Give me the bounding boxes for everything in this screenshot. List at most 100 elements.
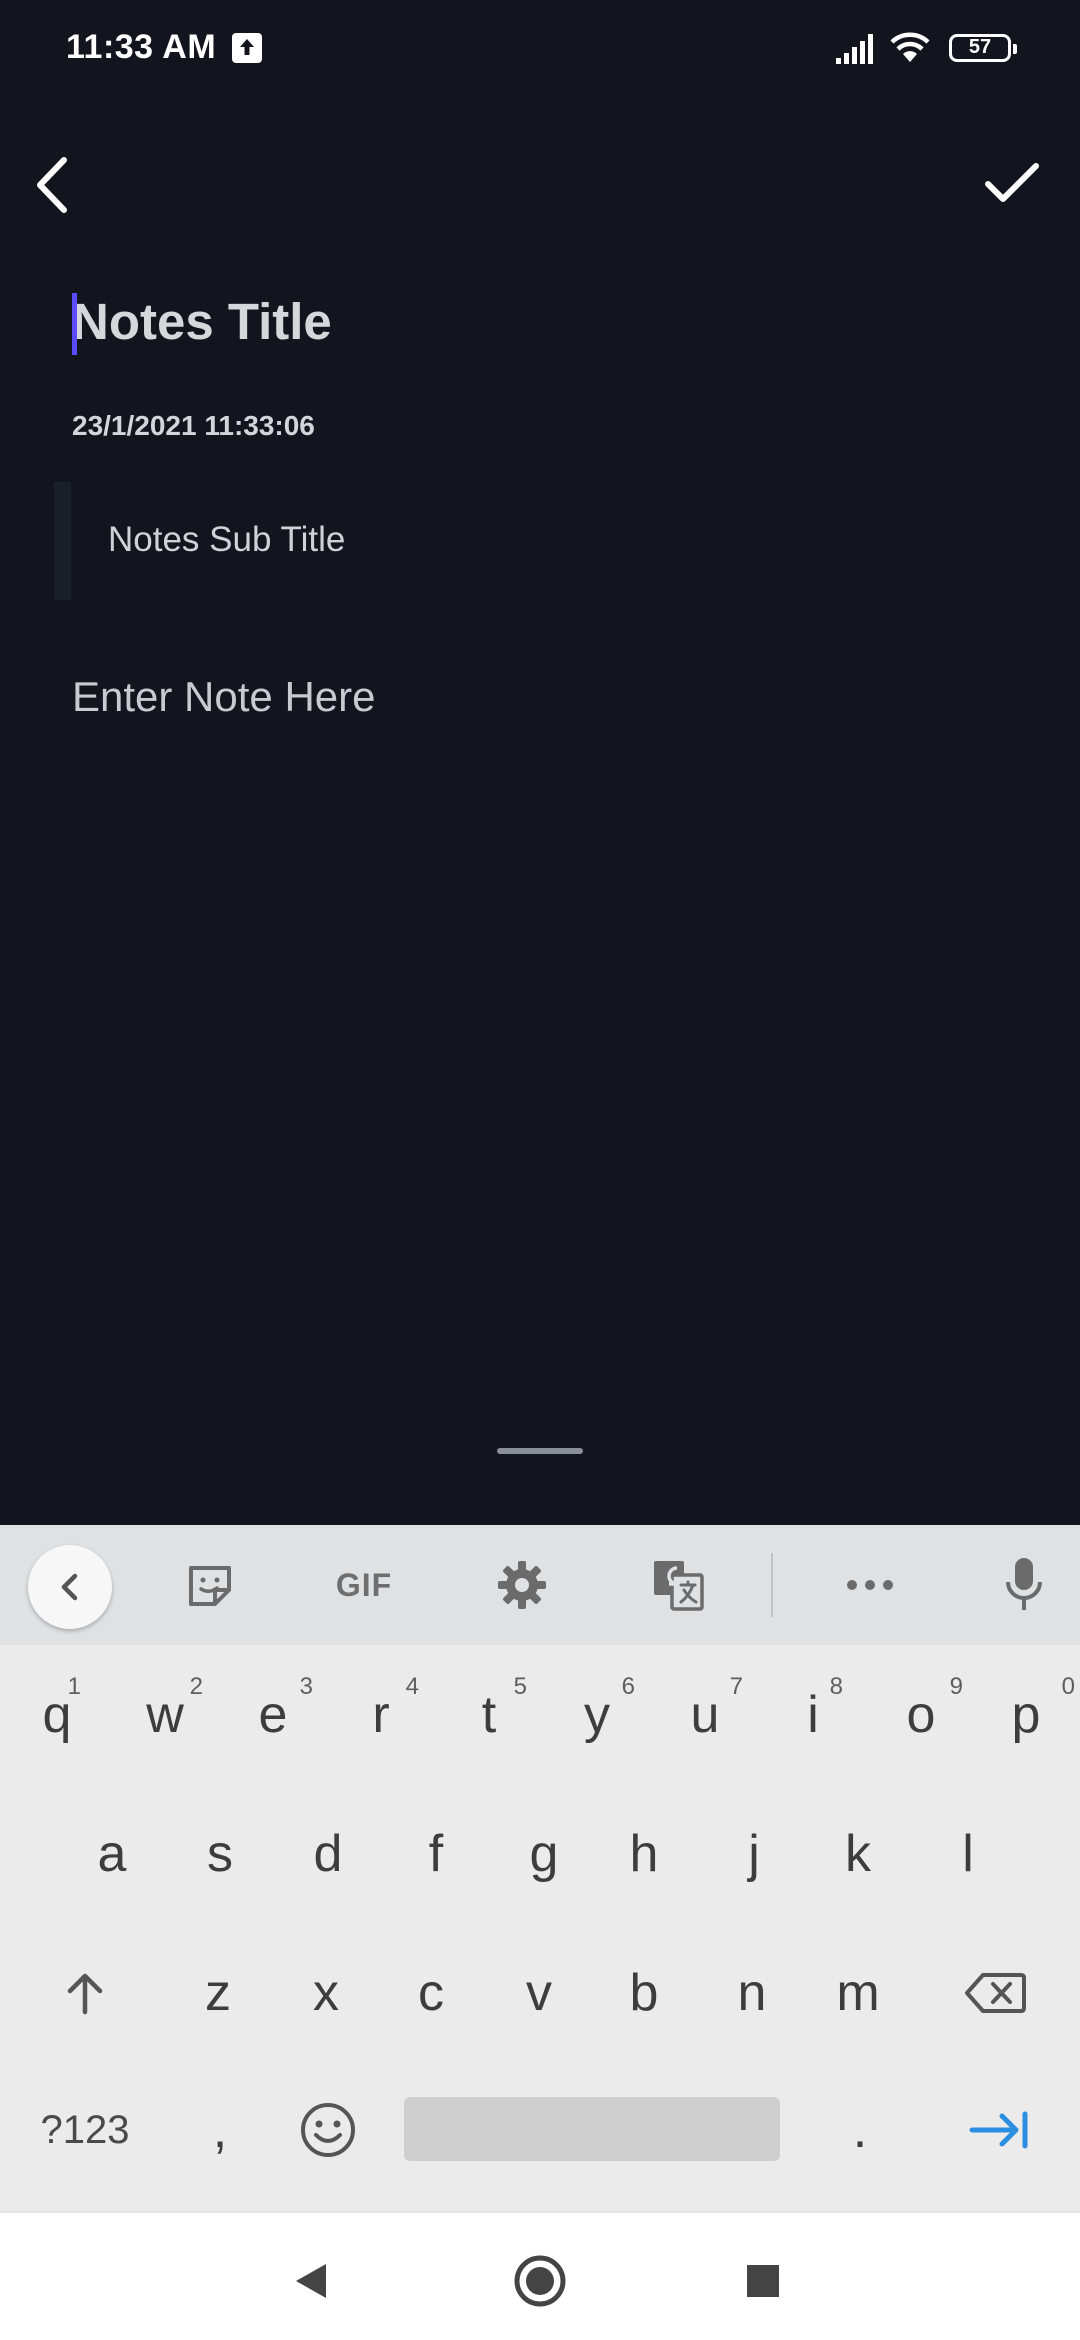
key-hint: 4 — [405, 1673, 419, 1700]
settings-button[interactable] — [482, 1549, 562, 1621]
key-y[interactable]: y 6 — [543, 1665, 651, 1765]
key-p[interactable]: p 0 — [975, 1665, 1077, 1765]
key-u[interactable]: u 7 — [651, 1665, 759, 1765]
battery-icon: 57 — [949, 34, 1017, 62]
translate-icon — [654, 1561, 704, 1611]
key-a[interactable]: a — [58, 1804, 166, 1904]
collapse-toolbar-button[interactable] — [28, 1545, 112, 1629]
more-horizontal-icon — [847, 1580, 893, 1590]
key-g[interactable]: g — [490, 1804, 598, 1904]
key-label: g — [529, 1825, 559, 1883]
note-body-input[interactable]: Enter Note Here — [72, 673, 375, 721]
key-hint: 6 — [621, 1673, 635, 1700]
key-label: s — [207, 1825, 233, 1883]
emoji-key[interactable] — [278, 2080, 378, 2180]
wifi-icon — [888, 28, 932, 69]
key-j[interactable]: j — [700, 1804, 808, 1904]
key-label: h — [629, 1825, 659, 1883]
key-k[interactable]: k — [804, 1804, 912, 1904]
key-s[interactable]: s — [166, 1804, 274, 1904]
key-label: l — [962, 1825, 974, 1883]
navigation-bar — [0, 2211, 1080, 2340]
sticker-button[interactable] — [170, 1549, 250, 1621]
status-bar: 11:33 AM 57 — [0, 0, 1080, 100]
key-label: k — [845, 1825, 871, 1883]
key-h[interactable]: h — [590, 1804, 698, 1904]
note-date-time: 23/1/2021 11:33:06 — [72, 410, 315, 441]
toolbar-divider — [771, 1553, 773, 1617]
comma-key[interactable]: , — [170, 2080, 270, 2180]
gear-icon — [498, 1561, 546, 1609]
home-circle-icon — [514, 2255, 566, 2307]
key-o[interactable]: o 9 — [867, 1665, 975, 1765]
space-bar[interactable] — [404, 2097, 780, 2161]
nav-home-button[interactable] — [510, 2251, 570, 2311]
chevron-left-icon — [61, 1573, 78, 1601]
battery-level: 57 — [968, 36, 992, 58]
key-label: v — [526, 1964, 552, 2022]
key-label: j — [748, 1825, 760, 1883]
save-note-button[interactable] — [982, 158, 1042, 208]
triangle-back-icon — [296, 2264, 326, 2298]
chevron-left-icon — [37, 157, 67, 213]
signal-icon — [834, 32, 876, 71]
key-w[interactable]: w 2 — [111, 1665, 219, 1765]
key-r[interactable]: r 4 — [327, 1665, 435, 1765]
more-options-button[interactable] — [830, 1549, 910, 1621]
key-hint: 7 — [729, 1673, 743, 1700]
key-label: p — [1011, 1686, 1041, 1744]
key-b[interactable]: b — [590, 1943, 698, 2043]
gif-button[interactable]: GIF — [324, 1549, 404, 1621]
key-hint: 3 — [299, 1673, 313, 1700]
gif-label: GIF — [335, 1566, 393, 1603]
key-hint: 1 — [67, 1673, 81, 1700]
symbols-key[interactable]: ?123 — [20, 2080, 150, 2180]
nav-recents-button[interactable] — [733, 2251, 793, 2311]
keyboard-toolbar: GIF — [0, 1525, 1080, 1645]
key-t[interactable]: t 5 — [435, 1665, 543, 1765]
back-button[interactable] — [30, 150, 74, 220]
voice-input-button[interactable] — [984, 1549, 1064, 1621]
key-label: d — [313, 1825, 343, 1883]
key-m[interactable]: m — [804, 1943, 912, 2043]
key-label: f — [428, 1825, 444, 1883]
key-label: a — [97, 1825, 127, 1883]
backspace-key[interactable] — [940, 1943, 1050, 2043]
key-label: o — [906, 1686, 936, 1744]
key-x[interactable]: x — [272, 1943, 380, 2043]
keyboard: GIF q 1 w 2 e 3 r 4 t 5 y 6 u 7 i 8 o 9 … — [0, 1525, 1080, 2211]
key-label: t — [481, 1686, 497, 1744]
emoji-icon — [301, 2103, 355, 2157]
key-label: n — [737, 1964, 767, 2022]
key-c[interactable]: c — [377, 1943, 485, 2043]
key-label: i — [807, 1686, 819, 1744]
microphone-icon — [1006, 1558, 1042, 1610]
nav-back-button[interactable] — [282, 2251, 342, 2311]
key-i[interactable]: i 8 — [759, 1665, 867, 1765]
key-l[interactable]: l — [914, 1804, 1022, 1904]
key-label: . — [852, 2101, 868, 2159]
key-hint: 5 — [513, 1673, 527, 1700]
key-d[interactable]: d — [274, 1804, 382, 1904]
shift-key[interactable] — [30, 1943, 140, 2043]
key-label: z — [205, 1964, 231, 2022]
key-label: r — [372, 1686, 390, 1744]
key-f[interactable]: f — [382, 1804, 490, 1904]
drag-handle[interactable] — [497, 1448, 583, 1454]
note-title-input[interactable]: Notes Title — [72, 292, 332, 351]
sticker-icon — [189, 1566, 231, 1606]
tab-arrow-icon — [969, 2111, 1028, 2149]
key-z[interactable]: z — [164, 1943, 272, 2043]
key-v[interactable]: v — [485, 1943, 593, 2043]
period-key[interactable]: . — [810, 2080, 910, 2180]
key-n[interactable]: n — [698, 1943, 806, 2043]
translate-button[interactable] — [638, 1549, 718, 1621]
key-e[interactable]: e 3 — [219, 1665, 327, 1765]
enter-key[interactable] — [944, 2080, 1054, 2180]
shift-arrow-icon — [67, 1973, 103, 2015]
key-hint: 8 — [829, 1673, 843, 1700]
key-q[interactable]: q 1 — [3, 1665, 111, 1765]
note-subtitle-input[interactable]: Notes Sub Title — [108, 520, 345, 560]
key-label: y — [584, 1686, 610, 1744]
key-label: ?123 — [40, 2107, 130, 2152]
